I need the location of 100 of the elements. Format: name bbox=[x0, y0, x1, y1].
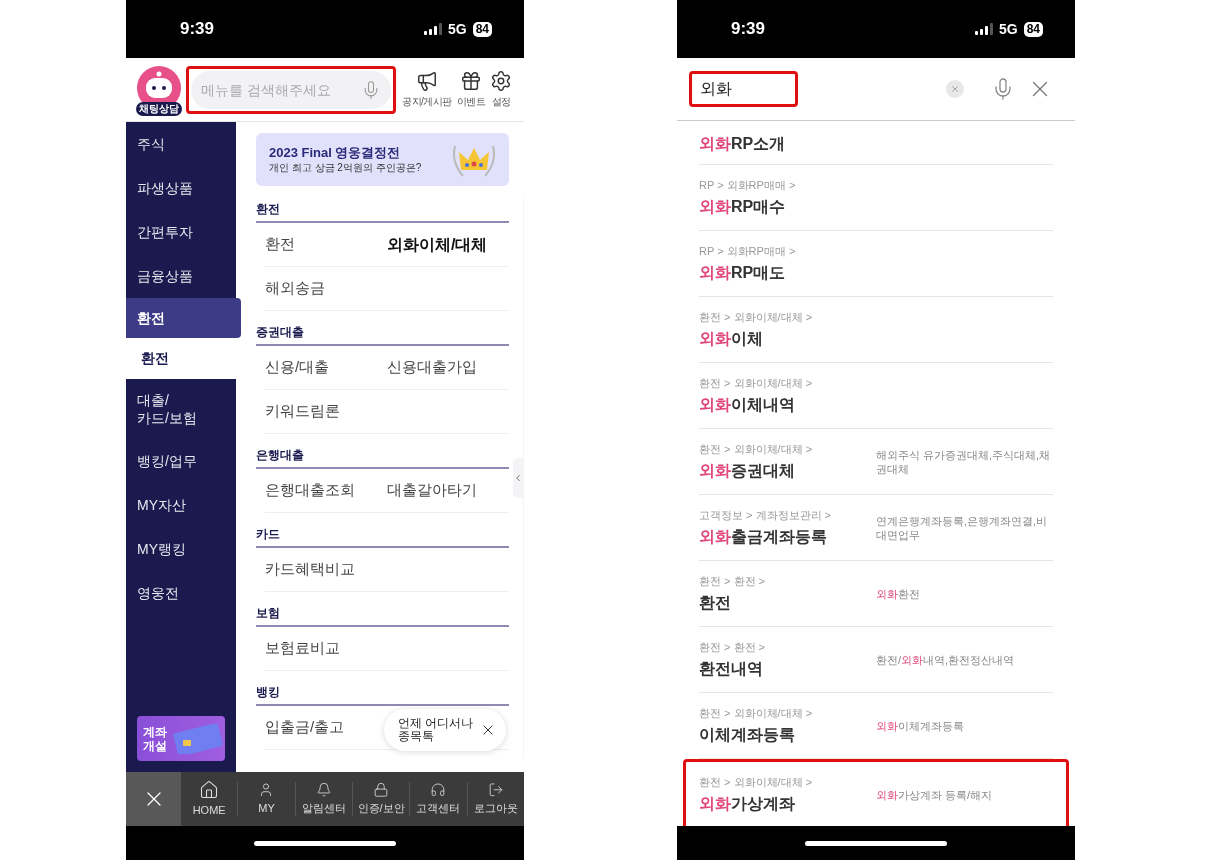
section-heading: 증권대출 bbox=[256, 323, 304, 341]
sidebar-item[interactable]: MY자산 bbox=[126, 483, 236, 527]
toast-text: 언제 어디서나 종목톡 bbox=[398, 717, 474, 743]
network-label: 5G bbox=[447, 19, 467, 39]
tab-bar-item[interactable]: MY bbox=[237, 782, 295, 816]
search-result[interactable]: 고객정보 > 계좌정보관리 > 외화출금계좌등록 연계은행계좌등록,은행계좌연결,비대면업무 bbox=[677, 495, 1075, 561]
network-label: 5G bbox=[998, 19, 1018, 39]
promo-banner[interactable]: 2023 Final 영웅결정전 개인 최고 상금 2억원의 주인공은? bbox=[256, 133, 509, 186]
menu-link[interactable]: 해외송금 bbox=[265, 277, 387, 300]
chevron-left-icon bbox=[513, 472, 523, 484]
sidebar-subitem[interactable]: 환전 bbox=[126, 338, 236, 379]
sidebar-item[interactable]: MY랭킹 bbox=[126, 527, 236, 571]
breadcrumb: 환전 > 외화이체/대체 > bbox=[699, 705, 814, 721]
result-title: 환전내역 bbox=[699, 658, 764, 679]
search-result[interactable]: RP > 외화RP매매 > 외화RP매수 bbox=[677, 165, 1075, 231]
search-result[interactable]: 외화RP소개 bbox=[677, 121, 1075, 165]
sidebar-item[interactable]: 금융상품 bbox=[126, 254, 236, 298]
header-action[interactable]: 이벤트 bbox=[455, 70, 487, 109]
panel-handle[interactable] bbox=[513, 458, 523, 498]
search-result[interactable]: 환전 > 외화이체/대체 > 외화이체내역 bbox=[677, 363, 1075, 429]
menu-link[interactable]: 대출갈아타기 bbox=[387, 479, 509, 502]
result-description: 외화가상계좌 등록/해지 bbox=[876, 788, 994, 802]
result-description: 외화이체계좌등록 bbox=[876, 718, 965, 733]
signal-icon bbox=[974, 23, 993, 35]
close-menu-button[interactable] bbox=[126, 772, 181, 826]
section-heading: 뱅킹 bbox=[256, 683, 280, 701]
breadcrumb: RP > 외화RP매매 > bbox=[699, 177, 797, 193]
chatbot-button[interactable]: 채팅상담 bbox=[136, 65, 182, 114]
breadcrumb: 환전 > 환전 > bbox=[699, 573, 767, 589]
home-icon bbox=[199, 779, 220, 800]
gift-icon bbox=[460, 70, 483, 92]
section-heading: 보험 bbox=[256, 604, 280, 622]
megaphone-icon bbox=[415, 70, 438, 92]
section-heading: 카드 bbox=[256, 525, 280, 543]
result-title: 외화증권대체 bbox=[699, 460, 796, 481]
breadcrumb: 고객정보 > 계좌정보관리 > bbox=[699, 507, 833, 523]
sidebar-item[interactable]: 간편투자 bbox=[126, 210, 236, 254]
search-field[interactable]: 외화 bbox=[689, 71, 798, 107]
clock-time: 9:39 bbox=[731, 18, 766, 41]
menu-link[interactable]: 키워드림론 bbox=[265, 400, 387, 423]
sidebar-item[interactable]: 파생상품 bbox=[126, 166, 236, 210]
tab-bar-item[interactable]: HOME bbox=[181, 772, 238, 826]
result-title: 외화RP소개 bbox=[699, 133, 787, 154]
header-action[interactable]: 공지/게시판 bbox=[401, 70, 453, 109]
result-description: 환전/외화내역,환전정산내역 bbox=[876, 652, 1016, 667]
menu-link[interactable]: 카드혜택비교 bbox=[265, 558, 387, 581]
result-title: 외화이체 bbox=[699, 328, 764, 349]
signal-icon bbox=[423, 23, 442, 35]
header-action[interactable]: 설정 bbox=[489, 70, 514, 109]
result-description: 외화환전 bbox=[876, 586, 921, 601]
clear-button[interactable] bbox=[946, 80, 964, 98]
sidebar-item[interactable]: 영웅전 bbox=[126, 571, 236, 615]
menu-link[interactable]: 환전 bbox=[265, 233, 387, 256]
settings-icon bbox=[490, 70, 513, 92]
result-title: 환전 bbox=[699, 592, 732, 613]
open-account-card[interactable]: 계좌 개설 bbox=[137, 716, 225, 761]
breadcrumb: 환전 > 외화이체/대체 > bbox=[699, 309, 814, 325]
breadcrumb: 환전 > 환전 > bbox=[699, 639, 767, 655]
result-title: 외화RP매도 bbox=[699, 262, 787, 283]
search-result[interactable]: 환전 > 외화이체/대체 > 외화이체 bbox=[677, 297, 1075, 363]
banner-title: 2023 Final 영웅결정전 bbox=[269, 144, 402, 161]
battery-indicator: 84 bbox=[472, 21, 492, 37]
breadcrumb: 환전 > 외화이체/대체 > bbox=[699, 775, 814, 790]
sidebar-item[interactable]: 환전 bbox=[126, 298, 241, 338]
tab-bar-item[interactable]: 로그아웃 bbox=[466, 782, 524, 816]
clock-time: 9:39 bbox=[180, 18, 215, 41]
tab-bar-item[interactable]: 고객센터 bbox=[409, 782, 467, 816]
breadcrumb: 환전 > 외화이체/대체 > bbox=[699, 375, 814, 391]
toast-popup[interactable]: 언제 어디서나 종목톡 bbox=[384, 709, 506, 751]
result-title: 외화이체내역 bbox=[699, 394, 796, 415]
search-result[interactable]: 환전 > 외화이체/대체 > 이체계좌등록 외화이체계좌등록 bbox=[677, 693, 1075, 759]
section-heading: 환전 bbox=[256, 200, 280, 218]
section-heading: 은행대출 bbox=[256, 446, 304, 464]
search-result[interactable]: 환전 > 환전 > 환전 외화환전 bbox=[677, 561, 1075, 627]
sidebar-item[interactable]: 뱅킹/업무 bbox=[126, 439, 236, 483]
menu-link[interactable]: 입출금/출고 bbox=[265, 716, 387, 739]
clear-icon bbox=[950, 84, 960, 94]
tab-bar-item[interactable]: 알림센터 bbox=[294, 782, 352, 816]
search-result[interactable]: 환전 > 환전 > 환전내역 환전/외화내역,환전정산내역 bbox=[677, 627, 1075, 693]
result-title: 외화가상계좌 bbox=[699, 794, 796, 814]
menu-link[interactable]: 외화이체/대체 bbox=[387, 232, 509, 257]
menu-search-field[interactable]: 메뉴를 검색해주세요 bbox=[191, 70, 391, 109]
search-result[interactable]: 환전 > 외화이체/대체 > 외화증권대체 해외주식 유가증권대체,주식대체,채권대체 bbox=[677, 429, 1075, 495]
menu-link[interactable]: 신용/대출 bbox=[265, 356, 387, 379]
sidebar-item[interactable]: 대출/ 카드/보험 bbox=[126, 379, 206, 439]
result-title: 외화출금계좌등록 bbox=[699, 526, 828, 547]
result-title: 이체계좌등록 bbox=[699, 724, 796, 745]
menu-link[interactable]: 신용대출가입 bbox=[387, 356, 509, 379]
breadcrumb: 환전 > 외화이체/대체 > bbox=[699, 441, 814, 457]
battery-indicator: 84 bbox=[1023, 21, 1043, 37]
result-title: 외화RP매수 bbox=[699, 196, 787, 217]
tab-bar-item[interactable]: 인증/보안 bbox=[352, 782, 410, 816]
search-result[interactable]: RP > 외화RP매매 > 외화RP매도 bbox=[677, 231, 1075, 297]
result-description: 연계은행계좌등록,은행계좌연결,비대면업무 bbox=[876, 513, 1049, 542]
banner-subtitle: 개인 최고 상금 2억원의 주인공은? bbox=[269, 161, 422, 175]
menu-link[interactable]: 은행대출조회 bbox=[265, 479, 387, 502]
breadcrumb: RP > 외화RP매매 > bbox=[699, 243, 797, 259]
result-description: 해외주식 유가증권대체,주식대체,채권대체 bbox=[876, 447, 1052, 476]
menu-link[interactable]: 보험료비교 bbox=[265, 637, 387, 660]
sidebar-item[interactable]: 주식 bbox=[126, 122, 236, 166]
